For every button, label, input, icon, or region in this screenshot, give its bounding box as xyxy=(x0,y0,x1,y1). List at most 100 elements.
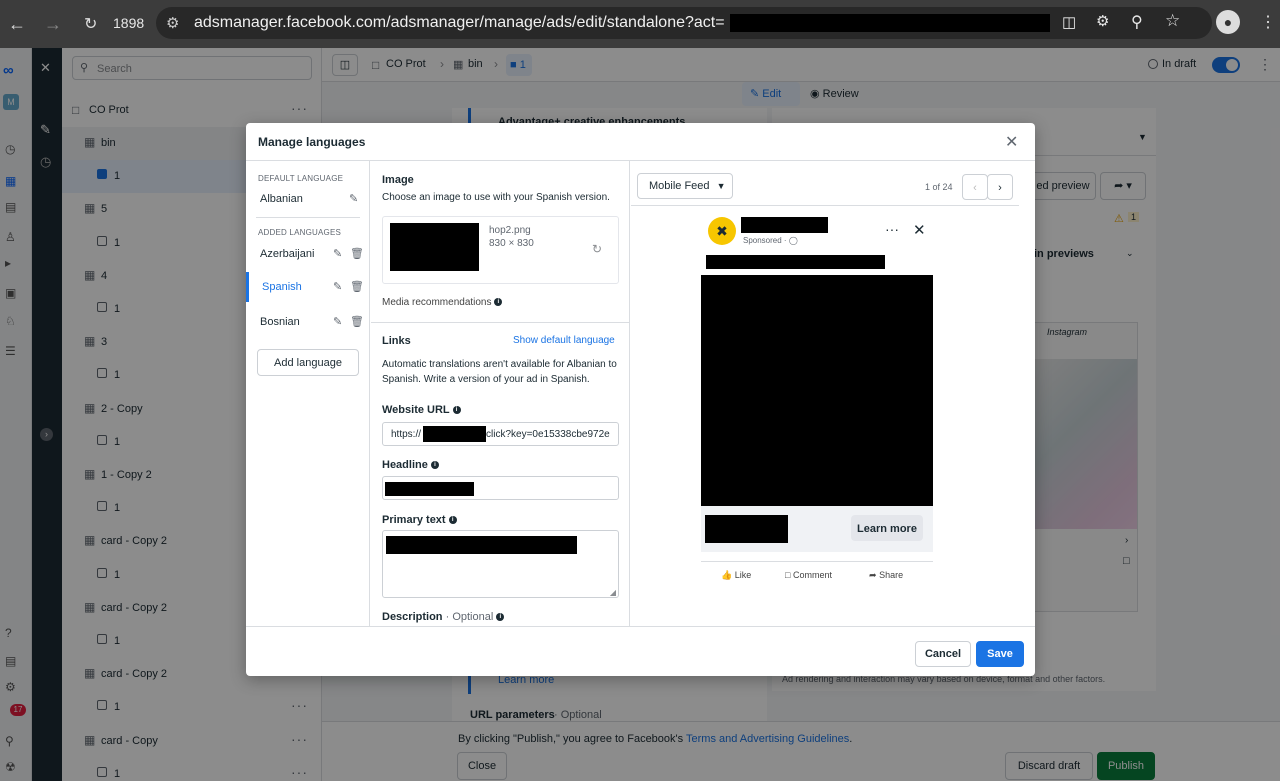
placement-dropdown[interactable]: Mobile Feed ▼ xyxy=(637,173,733,199)
ad-image xyxy=(701,275,933,506)
info-icon: i xyxy=(448,516,457,525)
sponsored-text: Sponsored · xyxy=(743,236,789,245)
share-action[interactable]: ➦ Share xyxy=(869,570,903,581)
redacted-primary-text xyxy=(386,536,577,554)
placement-label: Mobile Feed xyxy=(649,180,710,192)
headline-text: Headline xyxy=(382,459,428,471)
primary-text-text: Primary text xyxy=(382,514,446,526)
globe-icon: ◯ xyxy=(788,236,798,245)
trash-icon[interactable]: 🗑 xyxy=(350,315,364,328)
language-name: Bosnian xyxy=(260,316,300,328)
back-icon[interactable]: ← xyxy=(8,14,26,35)
add-language-button[interactable]: Add language xyxy=(257,349,359,376)
reload-icon[interactable]: ↻ xyxy=(84,14,97,34)
close-post-icon[interactable]: ✕ xyxy=(913,221,926,239)
preview-counter: 1 of 24 xyxy=(925,182,953,192)
forward-icon[interactable]: → xyxy=(44,14,62,35)
language-item-azerbaijani[interactable]: Azerbaijani ✎ 🗑 xyxy=(246,241,370,271)
trash-icon[interactable]: 🗑 xyxy=(350,247,364,260)
bookmark-star-icon[interactable]: ☆ xyxy=(1165,11,1180,31)
language-item-spanish[interactable]: Spanish ✎ 🗑 xyxy=(246,272,370,302)
url-text: adsmanager.facebook.com/adsmanager/manag… xyxy=(194,14,725,31)
save-button[interactable]: Save xyxy=(976,641,1024,667)
more-options-icon[interactable]: ··· xyxy=(885,221,899,237)
language-name: Spanish xyxy=(262,281,302,293)
previous-preview-button[interactable]: ‹ xyxy=(962,174,988,200)
menu-icon[interactable]: ⋮ xyxy=(1260,12,1276,32)
optional-text: Optional xyxy=(452,611,494,623)
description-optional: · Optional xyxy=(445,611,494,623)
replace-image-icon[interactable]: ↻ xyxy=(592,242,602,256)
language-item-bosnian[interactable]: Bosnian ✎ 🗑 xyxy=(246,307,370,337)
website-url-input[interactable]: https:// click?key=0e15338cbe972e xyxy=(382,422,619,446)
primary-text-label: Primary text i xyxy=(382,514,457,526)
share-label: Share xyxy=(879,570,904,580)
redacted-page-name xyxy=(741,217,828,233)
site-settings-icon[interactable]: ⚙ xyxy=(166,14,179,32)
description-text: Description xyxy=(382,611,443,623)
translate-icon[interactable]: ⚙ xyxy=(1096,12,1109,30)
website-url-label: Website URL i xyxy=(382,404,461,416)
ad-preview: Mobile Feed ▼ 1 of 24 ‹ › ✖ Sponsored · … xyxy=(631,161,1035,626)
info-icon: i xyxy=(494,298,503,307)
dialog-footer: Cancel Save xyxy=(246,626,1035,676)
zoom-icon[interactable]: ⚲ xyxy=(1131,12,1143,32)
cancel-button[interactable]: Cancel xyxy=(915,641,971,667)
redacted-domain xyxy=(423,426,486,442)
page-avatar: ✖ xyxy=(708,217,736,245)
language-list: Default language Albanian ✎ Added langua… xyxy=(246,161,370,626)
redacted-post-text xyxy=(706,255,885,269)
headline-input[interactable] xyxy=(382,476,619,500)
website-url-text: Website URL xyxy=(382,404,450,416)
url-value: click?key=0e15338cbe972e xyxy=(486,429,610,440)
profile-icon[interactable]: ● xyxy=(1216,10,1240,34)
image-description: Choose an image to use with your Spanish… xyxy=(382,192,610,203)
comment-label: Comment xyxy=(792,570,832,580)
resize-handle-icon[interactable]: ◢ xyxy=(610,588,616,597)
pencil-icon[interactable]: ✎ xyxy=(333,280,342,293)
tab-counter: 1898 xyxy=(113,15,145,31)
translation-note: Automatic translations aren't available … xyxy=(382,359,617,385)
like-action[interactable]: 👍 Like xyxy=(721,570,751,581)
caret-down-icon: ▼ xyxy=(716,181,726,191)
image-heading: Image xyxy=(382,174,414,186)
comment-action[interactable]: □ Comment xyxy=(785,570,832,580)
language-editor: Image Choose an image to use with your S… xyxy=(371,161,630,626)
redacted-headline xyxy=(385,482,474,496)
redacted-headline-preview xyxy=(705,515,788,543)
edit-default-pencil-icon[interactable]: ✎ xyxy=(349,192,358,205)
image-dimensions: 830 × 830 xyxy=(489,238,534,249)
default-language-caption: Default language xyxy=(258,174,344,183)
image-filename: hop2.png xyxy=(489,225,531,236)
close-icon[interactable]: ✕ xyxy=(1005,132,1018,152)
like-label: Like xyxy=(734,570,752,580)
info-icon: i xyxy=(430,461,439,470)
url-prefix: https:// xyxy=(391,429,422,440)
feed-post-preview: ✖ Sponsored · ◯ ··· ✕ Learn more 👍 Like … xyxy=(701,213,933,580)
show-default-language-link[interactable]: Show default language xyxy=(513,335,615,346)
next-preview-button[interactable]: › xyxy=(987,174,1013,200)
added-languages-caption: Added languages xyxy=(258,228,342,237)
default-language: Albanian xyxy=(260,193,303,205)
install-icon[interactable]: ◫ xyxy=(1062,13,1076,31)
pencil-icon[interactable]: ✎ xyxy=(333,315,342,328)
share-icon: ➦ xyxy=(869,570,877,580)
image-thumbnail xyxy=(390,223,479,271)
headline-label: Headline i xyxy=(382,459,439,471)
manage-languages-dialog: Manage languages ✕ Default language Alba… xyxy=(246,123,1035,676)
trash-icon[interactable]: 🗑 xyxy=(350,280,364,293)
cta-strip: Learn more xyxy=(701,506,933,552)
description-label: Description · Optional i xyxy=(382,611,505,623)
language-name: Azerbaijani xyxy=(260,248,315,260)
image-card[interactable]: hop2.png 830 × 830 ↻ xyxy=(382,216,619,284)
primary-text-textarea[interactable]: ◢ xyxy=(382,530,619,598)
links-heading: Links xyxy=(382,335,411,347)
comment-icon: □ xyxy=(785,570,791,580)
dialog-title: Manage languages xyxy=(258,135,366,149)
info-icon: i xyxy=(496,613,505,622)
redacted-url xyxy=(730,14,1050,32)
media-recommendations[interactable]: Media recommendations i xyxy=(382,295,503,310)
learn-more-button[interactable]: Learn more xyxy=(851,515,923,541)
browser-toolbar: ← → ↻ 1898 ⚙ adsmanager.facebook.com/ads… xyxy=(0,0,1280,48)
pencil-icon[interactable]: ✎ xyxy=(333,247,342,260)
